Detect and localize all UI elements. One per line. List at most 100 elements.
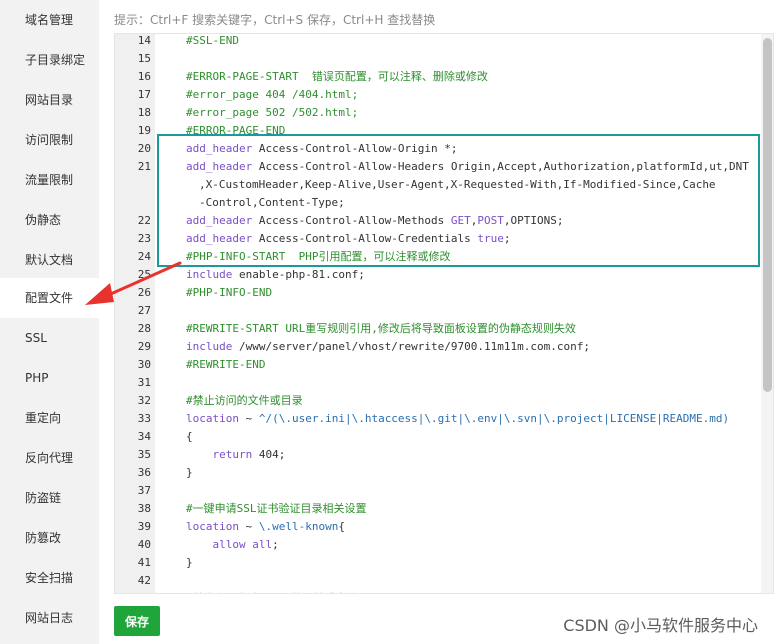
line-number: 42 [137, 574, 151, 587]
line-text: } [186, 554, 193, 572]
line-number: 34 [137, 430, 151, 443]
code-line[interactable]: 41} [115, 554, 760, 572]
code-line[interactable]: 38 #一键申请SSL证书验证目录相关设置 [115, 500, 760, 518]
line-number: 24 [137, 250, 151, 263]
code-token: allow all [212, 538, 273, 551]
code-line[interactable]: 42 [115, 572, 760, 590]
line-number: 32 [137, 394, 151, 407]
line-number: 23 [137, 232, 151, 245]
code-line[interactable]: 37 [115, 482, 760, 500]
line-number: 40 [137, 538, 151, 551]
code-line[interactable]: 16 #ERROR-PAGE-START 错误页配置，可以注释、删除或修改 [115, 68, 760, 86]
sidebar: 域名管理 子目录绑定 网站目录 访问限制 流量限制 伪静态 默认文档 配置文件 SSL PHP 重定… [0, 0, 99, 644]
line-number: 22 [137, 214, 151, 227]
line-text: #SSL-END [186, 34, 239, 50]
code-token: ~ [238, 520, 259, 533]
code-line[interactable]: 29 include /www/server/panel/vhost/rewrit… [115, 338, 760, 356]
code-token: #SSL-END [186, 34, 239, 47]
sidebar-item[interactable]: 子目录绑定 [0, 40, 99, 80]
code-line[interactable]: 43 #禁止在证书验证目录放入敏感文件 [115, 590, 760, 593]
code-token: { [338, 520, 345, 533]
editor-hint: 提示：Ctrl+F 搜索关键字，Ctrl+S 保存，Ctrl+H 查找替换 [114, 13, 436, 27]
sidebar-item[interactable]: SSL [0, 318, 99, 358]
code-line[interactable]: 18 #error_page 502 /502.html; [115, 104, 760, 122]
line-number: 35 [137, 448, 151, 461]
code-token: enable-php-81.conf; [232, 268, 365, 281]
sidebar-item[interactable]: 配置文件 [0, 278, 99, 318]
config-editor[interactable]: 14 #SSL-END 15 16 #ERROR-PAGE-START 错误页配置，可以… [114, 33, 774, 594]
line-number: 25 [137, 268, 151, 281]
line-number: 39 [137, 520, 151, 533]
line-text: #REWRITE-START URL重写规则引用,修改后将导致面板设置的伪静态规… [186, 320, 576, 338]
code-line[interactable]: 15 [115, 50, 760, 68]
code-line[interactable]: 35 return 404; [115, 446, 760, 464]
code-line[interactable]: 25 include enable-php-81.conf; [115, 266, 760, 284]
line-number: 17 [137, 88, 151, 101]
line-text: } [186, 464, 193, 482]
code-token: ; [272, 538, 279, 551]
code-line[interactable]: 30 #REWRITE-END [115, 356, 760, 374]
code-token: location [186, 520, 239, 533]
sidebar-item[interactable]: 防篡改 [0, 518, 99, 558]
sidebar-item[interactable]: 域名管理 [0, 0, 99, 40]
line-number: 38 [137, 502, 151, 515]
sidebar-item[interactable]: 网站目录 [0, 80, 99, 120]
sidebar-item[interactable]: 重定向 [0, 398, 99, 438]
code-line[interactable]: 32 #禁止访问的文件或目录 [115, 392, 760, 410]
line-text: return 404; [186, 446, 286, 464]
line-text: #error_page 502 /502.html; [186, 104, 358, 122]
code-token: { [186, 430, 193, 443]
watermark: CSDN @小马软件服务中心 [563, 616, 758, 635]
line-number: 27 [137, 304, 151, 317]
sidebar-item[interactable]: 网站日志 [0, 598, 99, 638]
line-number: 26 [137, 286, 151, 299]
editor-scrollbar-thumb[interactable] [763, 38, 772, 392]
code-line[interactable]: 26 #PHP-INFO-END [115, 284, 760, 302]
code-token: \.well-known [258, 520, 339, 533]
code-token: } [186, 556, 193, 569]
line-text: #禁止在证书验证目录放入敏感文件 [186, 590, 358, 593]
code-line[interactable]: 17 #error_page 404 /404.html; [115, 86, 760, 104]
code-line[interactable]: 40 allow all; [115, 536, 760, 554]
code-token: ^/(\.user.ini|\.htaccess|\.git|\.env|\.s… [258, 412, 730, 425]
code-token: } [186, 466, 193, 479]
sidebar-item[interactable]: 默认文档 [0, 240, 99, 280]
code-line[interactable]: 39 location ~ \.well-known{ [115, 518, 760, 536]
line-text: location ~ \.well-known{ [186, 518, 345, 536]
code-token: #PHP-INFO-END [186, 286, 273, 299]
line-number: 30 [137, 358, 151, 371]
sidebar-item[interactable]: 流量限制 [0, 160, 99, 200]
code-token: location [186, 412, 239, 425]
code-line[interactable]: 27 [115, 302, 760, 320]
line-number: 20 [137, 142, 151, 155]
sidebar-item[interactable]: PHP [0, 358, 99, 398]
code-line[interactable]: 33 location ~ ^/(\.user.ini|\.htaccess|\.… [115, 410, 760, 428]
line-number: 43 [115, 590, 151, 593]
code-token: #ERROR-PAGE-START 错误页配置，可以注释、删除或修改 [186, 70, 488, 83]
line-number: 18 [137, 106, 151, 119]
sidebar-item[interactable]: 反向代理 [0, 438, 99, 478]
code-token: ~ [238, 412, 259, 425]
line-number: 29 [137, 340, 151, 353]
code-area[interactable]: 14 #SSL-END 15 16 #ERROR-PAGE-START 错误页配置，可以… [115, 34, 760, 593]
code-line[interactable]: 14 #SSL-END [115, 34, 760, 50]
code-line[interactable]: 34 { [115, 428, 760, 446]
save-button[interactable]: 保存 [114, 606, 160, 636]
code-line[interactable]: 36} [115, 464, 760, 482]
code-token: return [212, 448, 253, 461]
line-text: #error_page 404 /404.html; [186, 86, 358, 104]
code-token: #REWRITE-END [186, 358, 266, 371]
line-number: 37 [137, 484, 151, 497]
code-line[interactable]: 31 [115, 374, 760, 392]
line-number: 14 [137, 34, 151, 47]
sidebar-item[interactable]: 访问限制 [0, 120, 99, 160]
sidebar-item[interactable]: 伪静态 [0, 200, 99, 240]
line-text: { [186, 428, 193, 446]
line-text: #ERROR-PAGE-START 错误页配置，可以注释、删除或修改 [186, 68, 488, 86]
line-text: allow all; [186, 536, 279, 554]
code-line[interactable]: 28 #REWRITE-START URL重写规则引用,修改后将导致面板设置的伪静… [115, 320, 760, 338]
sidebar-item[interactable]: 防盗链 [0, 478, 99, 518]
code-token: #禁止在证书验证目录放入敏感文件 [186, 592, 358, 593]
sidebar-item[interactable]: 安全扫描 [0, 558, 99, 598]
